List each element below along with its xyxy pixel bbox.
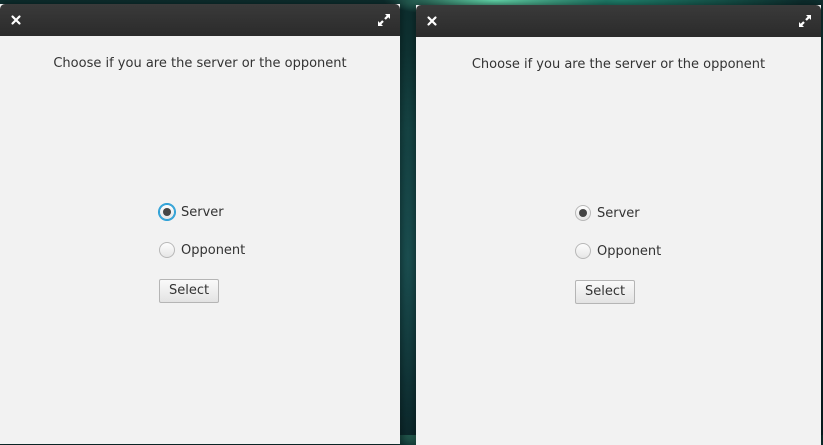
radio-label-server: Server [181,204,224,220]
radio-button-opponent[interactable] [159,242,175,258]
radio-label-opponent: Opponent [597,243,662,259]
radio-button-server[interactable] [575,205,591,221]
prompt-text: Choose if you are the server or the oppo… [53,56,347,71]
window-left: Choose if you are the server or the oppo… [0,4,400,444]
maximize-icon[interactable] [376,12,392,28]
radio-server[interactable]: Server [575,203,640,223]
radio-button-server[interactable] [159,204,175,220]
radio-opponent[interactable]: Opponent [575,241,661,261]
radio-button-opponent[interactable] [575,243,591,259]
radio-label-opponent: Opponent [181,242,246,258]
radio-server[interactable]: Server [159,202,224,222]
maximize-icon[interactable] [797,13,813,29]
radio-label-server: Server [597,205,640,221]
window-right: Choose if you are the server or the oppo… [416,5,821,445]
prompt-text: Choose if you are the server or the oppo… [471,57,766,72]
titlebar [416,5,821,37]
close-icon[interactable] [424,13,440,29]
close-icon[interactable] [8,12,24,28]
select-button[interactable]: Select [159,279,220,303]
radio-opponent[interactable]: Opponent [159,240,245,260]
titlebar [0,4,400,36]
select-button[interactable]: Select [575,280,636,304]
